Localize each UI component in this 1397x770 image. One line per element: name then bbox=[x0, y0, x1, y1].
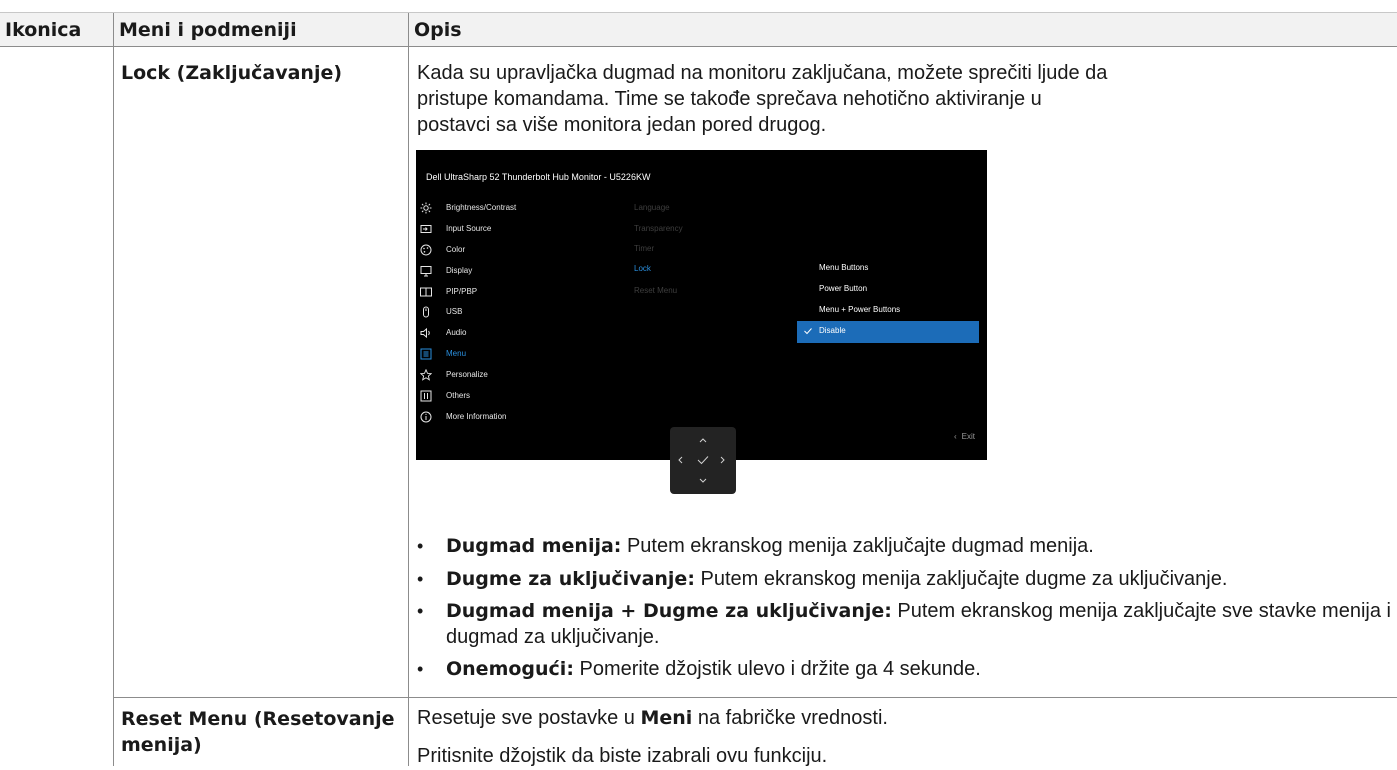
joystick-icon bbox=[670, 427, 736, 494]
osd-option-menu-buttons: Menu Buttons bbox=[797, 258, 979, 280]
header-divider bbox=[0, 46, 1397, 47]
osd-item-label: Menu bbox=[446, 349, 467, 358]
column-divider bbox=[408, 13, 409, 766]
reset-menu-description: Resetuje sve postavke u Meni na fabričke… bbox=[417, 704, 888, 732]
header-label: Ikonica bbox=[5, 19, 82, 41]
bullet-term: Dugmad menija + Dugme za uključivanje: bbox=[446, 600, 892, 622]
osd-item-pip-pbp: PIP/PBP bbox=[420, 286, 620, 306]
osd-item-more-information: More Information bbox=[420, 411, 620, 431]
osd-item-audio: Audio bbox=[420, 327, 620, 347]
bullet-menu-buttons: Dugmad menija: Putem ekranskog menija za… bbox=[446, 532, 1094, 560]
column-divider bbox=[113, 13, 114, 766]
osd-item-menu: Menu bbox=[420, 348, 620, 368]
bullet-text: Putem ekranskog menija zaključajte dugme… bbox=[694, 568, 1228, 590]
description-text: Resetuje sve postavke u bbox=[417, 707, 641, 729]
info-icon bbox=[420, 411, 432, 423]
osd-exit: ‹ Exit bbox=[954, 432, 975, 441]
osd-item-label: Audio bbox=[446, 328, 467, 337]
osd-item-label: Brightness/Contrast bbox=[446, 203, 517, 212]
osd-item-label: USB bbox=[446, 307, 463, 316]
osd-submenu-lock: Lock bbox=[634, 264, 651, 273]
menu-name-reset-menu: Reset Menu (Resetovanje menija) bbox=[121, 708, 395, 756]
header-menu-column: Meni i podmeniji bbox=[114, 13, 408, 46]
header-label: Opis bbox=[414, 19, 462, 41]
bullet-term: Dugme za uključivanje: bbox=[446, 568, 695, 590]
osd-option-power-button: Power Button bbox=[797, 279, 979, 301]
osd-option-label: Disable bbox=[819, 326, 846, 335]
checkmark-icon bbox=[804, 328, 812, 335]
palette-icon bbox=[420, 244, 432, 256]
osd-item-label: PIP/PBP bbox=[446, 287, 478, 296]
description-text: na fabričke vrednosti. bbox=[692, 707, 888, 729]
osd-item-input-source: Input Source bbox=[420, 223, 620, 243]
bullet-text: Pomerite džojstik ulevo i držite ga 4 se… bbox=[573, 658, 981, 680]
input-source-icon bbox=[420, 225, 432, 233]
menu-name-lock: Lock (Zaključavanje) bbox=[121, 62, 343, 84]
osd-option-label: Power Button bbox=[819, 284, 868, 293]
bullet-icon: • bbox=[417, 536, 424, 556]
top-border bbox=[0, 0, 1397, 13]
description-term: Meni bbox=[640, 707, 693, 729]
header-icon-column: Ikonica bbox=[0, 13, 113, 46]
osd-item-usb: USB bbox=[420, 306, 620, 326]
osd-item-others: Others bbox=[420, 390, 620, 410]
chevron-left-icon: ‹ bbox=[953, 432, 957, 441]
monitor-icon bbox=[420, 266, 432, 277]
osd-option-disable: Disable bbox=[797, 321, 979, 343]
bullet-icon: • bbox=[417, 659, 424, 679]
others-icon bbox=[420, 390, 432, 402]
bullet-term: Onemogući: bbox=[446, 658, 574, 680]
bullet-icon: • bbox=[417, 569, 424, 589]
osd-submenu-timer: Timer bbox=[634, 244, 655, 253]
speaker-icon bbox=[420, 327, 430, 339]
bullet-icon: • bbox=[417, 601, 424, 621]
osd-screenshot: Dell UltraSharp 52 Thunderbolt Hub Monit… bbox=[416, 150, 987, 460]
osd-item-color: Color bbox=[420, 244, 620, 264]
header-description-column: Opis bbox=[409, 13, 1397, 46]
osd-option-label: Menu Buttons bbox=[819, 263, 869, 272]
usb-icon bbox=[423, 306, 429, 318]
menu-list-icon bbox=[420, 348, 432, 360]
header-label: Meni i podmeniji bbox=[119, 19, 297, 41]
osd-item-label: Personalize bbox=[446, 370, 488, 379]
osd-option-menu-power-buttons: Menu + Power Buttons bbox=[797, 300, 979, 322]
osd-submenu-language: Language bbox=[634, 203, 670, 212]
lock-intro: Kada su upravljačka dugmad na monitoru z… bbox=[417, 62, 1108, 136]
osd-exit-label: Exit bbox=[961, 432, 975, 441]
bullet-text: Putem ekranskog menija zaključajte dugma… bbox=[621, 535, 1094, 557]
osd-item-label: Input Source bbox=[446, 224, 492, 233]
osd-item-label: Display bbox=[446, 266, 473, 275]
osd-item-display: Display bbox=[420, 265, 620, 285]
osd-submenu-reset-menu: Reset Menu bbox=[634, 286, 678, 295]
bullet-disable: Onemogući: Pomerite džojstik ulevo i drž… bbox=[446, 655, 981, 683]
osd-item-brightness-contrast: Brightness/Contrast bbox=[420, 202, 620, 222]
osd-item-label: Others bbox=[446, 391, 471, 400]
pip-pbp-icon bbox=[420, 287, 432, 297]
star-icon bbox=[420, 369, 432, 381]
osd-title: Dell UltraSharp 52 Thunderbolt Hub Monit… bbox=[426, 172, 651, 182]
bullet-power-button: Dugme za uključivanje: Putem ekranskog m… bbox=[446, 565, 1227, 593]
osd-item-label: Color bbox=[446, 245, 466, 254]
sun-icon bbox=[420, 202, 432, 214]
osd-submenu-transparency: Transparency bbox=[634, 224, 683, 233]
bullet-menu-power-buttons: Dugmad menija + Dugme za uključivanje: P… bbox=[446, 598, 1394, 650]
bullet-term: Dugmad menija: bbox=[446, 535, 622, 557]
osd-option-label: Menu + Power Buttons bbox=[819, 305, 901, 314]
row-divider bbox=[113, 697, 1397, 698]
osd-item-label: More Information bbox=[446, 412, 507, 421]
osd-item-personalize: Personalize bbox=[420, 369, 620, 389]
